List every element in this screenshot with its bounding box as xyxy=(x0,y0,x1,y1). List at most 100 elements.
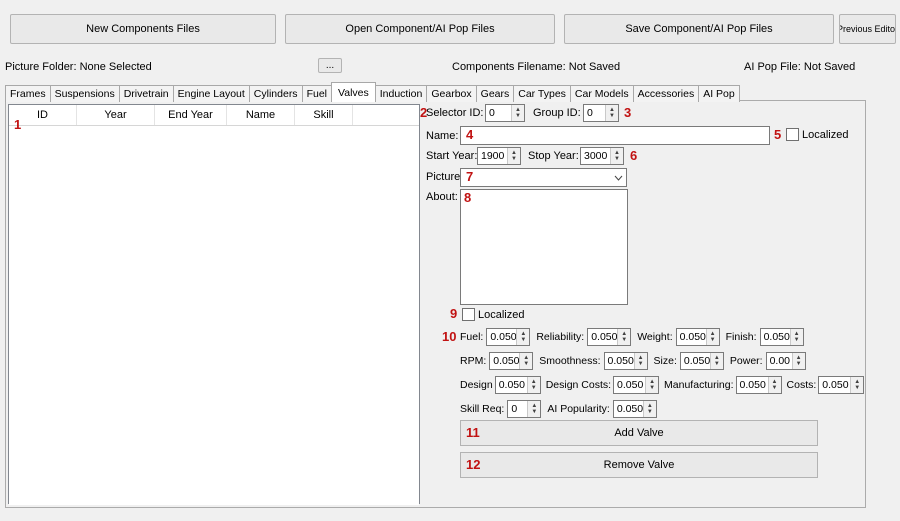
reliability-spin-arrows[interactable]: ▲ ▼ xyxy=(617,329,631,345)
tab-fuel[interactable]: Fuel xyxy=(301,85,332,102)
tab-engine-layout[interactable]: Engine Layout xyxy=(172,85,250,102)
tab-cylinders[interactable]: Cylinders xyxy=(248,85,303,102)
rpm-spinner[interactable]: 0.050 ▲ ▼ xyxy=(489,352,534,370)
tab-valves[interactable]: Valves xyxy=(331,82,376,102)
tab-accessories[interactable]: Accessories xyxy=(632,85,700,102)
spin-down-icon[interactable]: ▼ xyxy=(638,361,644,367)
spin-down-icon[interactable]: ▼ xyxy=(609,113,615,119)
remove-valve-button[interactable]: Remove Valve xyxy=(460,452,818,478)
stop-year-spinner[interactable]: 3000 ▲ ▼ xyxy=(580,147,624,165)
column-header-end-year[interactable]: End Year xyxy=(155,105,227,125)
spin-down-icon[interactable]: ▼ xyxy=(710,337,716,343)
open-component-files-button[interactable]: Open Component/AI Pop Files xyxy=(285,14,555,44)
manufacturing-spinner[interactable]: 0.050 ▲ ▼ xyxy=(735,376,782,394)
spin-down-icon[interactable]: ▼ xyxy=(515,113,521,119)
column-header-year[interactable]: Year xyxy=(77,105,155,125)
picture-combobox[interactable] xyxy=(460,168,627,187)
weight-spinner[interactable]: 0.050 ▲ ▼ xyxy=(675,328,720,346)
spin-down-icon[interactable]: ▼ xyxy=(794,337,800,343)
design-costs-spin-arrows[interactable]: ▲ ▼ xyxy=(645,377,659,393)
column-header-name[interactable]: Name xyxy=(227,105,295,125)
start-year-spinner[interactable]: 1900 ▲ ▼ xyxy=(477,147,521,165)
spin-down-icon[interactable]: ▼ xyxy=(531,385,537,391)
manufacturing-spin-arrows[interactable]: ▲ ▼ xyxy=(767,377,781,393)
valves-list[interactable]: ID Year End Year Name Skill xyxy=(8,104,420,505)
power-spinner[interactable]: 0.00 ▲ ▼ xyxy=(765,352,806,370)
reliability-spinner[interactable]: 0.050 ▲ ▼ xyxy=(587,328,632,346)
group-id-spinner[interactable]: 0 ▲ ▼ xyxy=(583,104,619,122)
name-input[interactable] xyxy=(460,126,770,145)
spin-down-icon[interactable]: ▼ xyxy=(511,156,517,162)
spin-down-icon[interactable]: ▼ xyxy=(714,361,720,367)
valves-list-body[interactable] xyxy=(9,126,419,505)
chevron-down-icon[interactable] xyxy=(610,175,626,181)
smoothness-spin-arrows[interactable]: ▲ ▼ xyxy=(633,353,647,369)
rpm-label: RPM: xyxy=(460,355,487,367)
previous-editor-button[interactable]: Previous Editor xyxy=(839,14,896,44)
size-spinner[interactable]: 0.050 ▲ ▼ xyxy=(679,352,724,370)
ai-popularity-spinner[interactable]: 0.050 ▲ ▼ xyxy=(612,400,657,418)
tab-suspensions[interactable]: Suspensions xyxy=(49,85,120,102)
components-filename-label: Components Filename: Not Saved xyxy=(452,61,621,73)
ai-popularity-spin-arrows[interactable]: ▲ ▼ xyxy=(642,401,656,417)
weight-value: 0.050 xyxy=(679,331,706,343)
spin-down-icon[interactable]: ▼ xyxy=(531,409,537,415)
design-spin-arrows[interactable]: ▲ ▼ xyxy=(526,377,540,393)
tab-drivetrain[interactable]: Drivetrain xyxy=(118,85,174,102)
tab-car-models[interactable]: Car Models xyxy=(569,85,634,102)
start-year-spin-arrows[interactable]: ▲ ▼ xyxy=(507,148,520,164)
rpm-spin-arrows[interactable]: ▲ ▼ xyxy=(519,353,533,369)
selector-id-spin-arrows[interactable]: ▲ ▼ xyxy=(511,105,524,121)
spin-down-icon[interactable]: ▼ xyxy=(649,385,655,391)
fuel-spin-arrows[interactable]: ▲ ▼ xyxy=(516,329,530,345)
weight-field: Weight: 0.050 ▲ ▼ xyxy=(637,328,720,346)
costs-spin-arrows[interactable]: ▲ ▼ xyxy=(850,377,864,393)
spin-down-icon[interactable]: ▼ xyxy=(621,337,627,343)
skill-req-spin-arrows[interactable]: ▲ ▼ xyxy=(527,401,541,417)
power-value: 0.00 xyxy=(769,355,791,367)
costs-spinner[interactable]: 0.050 ▲ ▼ xyxy=(818,376,865,394)
stop-year-value: 3000 xyxy=(584,150,608,162)
power-spin-arrows[interactable]: ▲ ▼ xyxy=(791,353,805,369)
skill-req-spinner[interactable]: 0 ▲ ▼ xyxy=(507,400,542,418)
smoothness-spinner[interactable]: 0.050 ▲ ▼ xyxy=(603,352,648,370)
new-components-files-button[interactable]: New Components Files xyxy=(10,14,276,44)
components-editor-window: New Components Files Open Component/AI P… xyxy=(0,0,900,521)
spin-down-icon[interactable]: ▼ xyxy=(772,385,778,391)
picture-folder-label: Picture Folder: None Selected xyxy=(5,61,152,73)
weight-spin-arrows[interactable]: ▲ ▼ xyxy=(705,329,719,345)
tab-frames[interactable]: Frames xyxy=(5,85,51,102)
column-header-skill[interactable]: Skill xyxy=(295,105,353,125)
tab-ai-pop[interactable]: AI Pop xyxy=(698,85,740,102)
size-spin-arrows[interactable]: ▲ ▼ xyxy=(709,353,723,369)
localized-bottom-checkbox[interactable] xyxy=(462,308,475,321)
localized-top-checkbox[interactable] xyxy=(786,128,799,141)
design-spinner[interactable]: 0.050 ▲ ▼ xyxy=(494,376,541,394)
add-valve-button[interactable]: Add Valve xyxy=(460,420,818,446)
selector-id-spinner[interactable]: 0 ▲ ▼ xyxy=(485,104,525,122)
tab-car-types[interactable]: Car Types xyxy=(513,85,571,102)
stop-year-spin-arrows[interactable]: ▲ ▼ xyxy=(610,148,623,164)
tab-induction[interactable]: Induction xyxy=(374,85,428,102)
spin-down-icon[interactable]: ▼ xyxy=(523,361,529,367)
manufacturing-field: Manufacturing: 0.050 ▲ ▼ xyxy=(664,376,782,394)
skill-req-field: Skill Req: 0 ▲ ▼ xyxy=(460,400,542,418)
browse-picture-folder-button[interactable]: ... xyxy=(318,58,342,73)
reliability-value: 0.050 xyxy=(591,331,618,343)
spin-down-icon[interactable]: ▼ xyxy=(647,409,653,415)
annotation-4: 4 xyxy=(466,127,474,142)
design-costs-spinner[interactable]: 0.050 ▲ ▼ xyxy=(613,376,660,394)
fuel-spinner[interactable]: 0.050 ▲ ▼ xyxy=(486,328,531,346)
spin-down-icon[interactable]: ▼ xyxy=(854,385,860,391)
tab-gears[interactable]: Gears xyxy=(475,85,515,102)
group-id-spin-arrows[interactable]: ▲ ▼ xyxy=(605,105,618,121)
about-textarea[interactable] xyxy=(460,189,628,305)
spin-down-icon[interactable]: ▼ xyxy=(520,337,526,343)
finish-spin-arrows[interactable]: ▲ ▼ xyxy=(789,329,803,345)
spin-down-icon[interactable]: ▼ xyxy=(796,361,802,367)
stats-row-4: Skill Req: 0 ▲ ▼ AI Popularity: 0.050 ▲ ▼ xyxy=(460,400,657,418)
save-component-files-button[interactable]: Save Component/AI Pop Files xyxy=(564,14,834,44)
spin-down-icon[interactable]: ▼ xyxy=(614,156,620,162)
finish-spinner[interactable]: 0.050 ▲ ▼ xyxy=(759,328,804,346)
tab-gearbox[interactable]: Gearbox xyxy=(426,85,477,102)
